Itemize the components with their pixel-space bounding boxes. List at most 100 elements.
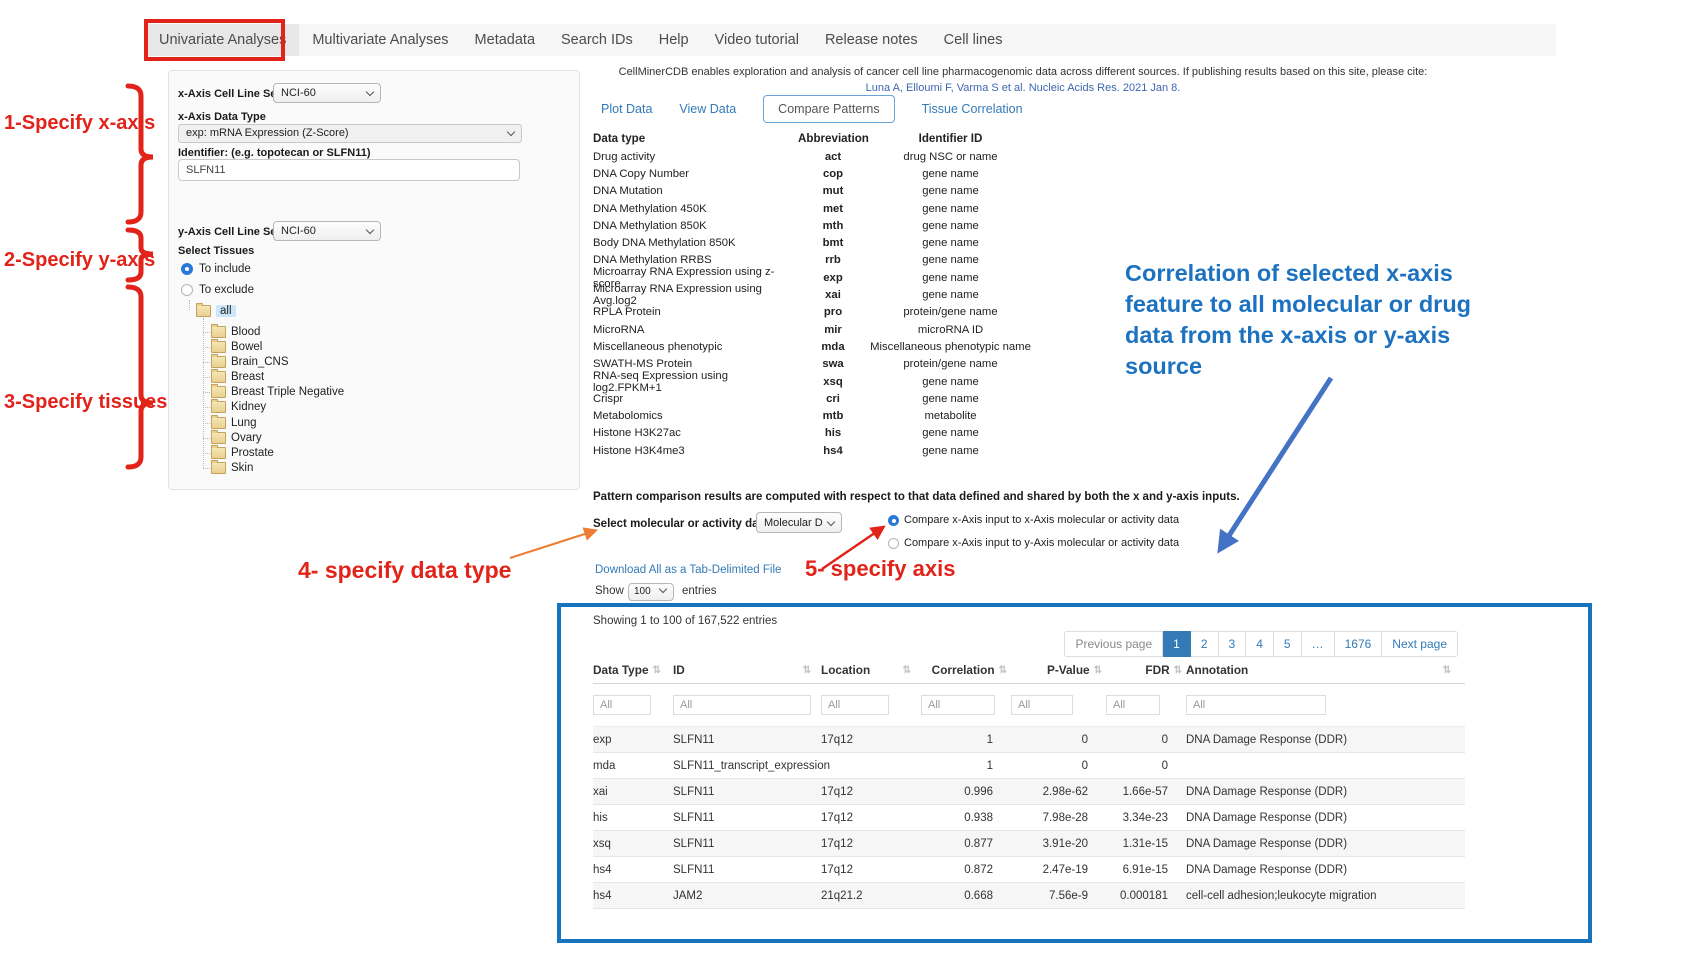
next-page-button[interactable]: Next page <box>1382 631 1458 657</box>
results-row: hs4JAM221q21.20.6687.56e-90.000181cell-c… <box>593 883 1465 909</box>
col-header-data-type: Data Type <box>593 663 649 677</box>
identifier-input[interactable] <box>178 159 520 181</box>
legend-row: RNA-seq Expression using log2.FPKM+1xsqg… <box>593 373 1073 390</box>
show-entries-select[interactable]: 100 <box>628 583 674 601</box>
tab-compare-patterns[interactable]: Compare Patterns <box>763 95 894 123</box>
show-entries-select-wrap: 100 <box>628 581 674 599</box>
view-tabs: Plot Data View Data Compare Patterns Tis… <box>601 94 1023 124</box>
nav-item-help[interactable]: Help <box>646 24 702 56</box>
sort-icon[interactable]: ⇅ <box>999 665 1007 676</box>
annotation-step5: 5- specify axis <box>805 556 955 582</box>
tree-node-all[interactable]: all <box>196 305 236 317</box>
sort-icon[interactable]: ⇅ <box>1094 665 1102 676</box>
download-all-link[interactable]: Download All as a Tab-Delimited File <box>595 564 781 576</box>
y-axis-cell-line-set-select[interactable]: NCI-60 <box>273 221 381 241</box>
tree-node-kidney[interactable]: Kidney <box>211 401 266 413</box>
compare-x-axis-radio[interactable] <box>888 515 899 526</box>
nav-item-metadata[interactable]: Metadata <box>462 24 548 56</box>
tree-node-breast[interactable]: Breast <box>211 371 264 383</box>
tree-branch-line <box>203 423 210 424</box>
results-row: mdaSLFN11_transcript_expression100 <box>593 753 1465 779</box>
results-row: xsqSLFN1117q120.8773.91e-201.31e-15DNA D… <box>593 831 1465 857</box>
blue-arrow <box>1221 378 1331 548</box>
legend-header-abbreviation: Abbreviation <box>798 132 868 145</box>
folder-icon <box>211 447 226 459</box>
legend-row: Body DNA Methylation 850Kbmtgene name <box>593 234 1073 251</box>
x-axis-data-type-label: x-Axis Data Type <box>178 111 266 123</box>
folder-icon <box>211 356 226 368</box>
to-exclude-label: To exclude <box>199 284 254 296</box>
legend-row: DNA Mutationmutgene name <box>593 183 1073 200</box>
folder-icon <box>211 462 226 474</box>
filter-correlation-input[interactable] <box>921 695 995 715</box>
tree-node-skin[interactable]: Skin <box>211 462 253 474</box>
legend-row: Histone H3K27achisgene name <box>593 425 1073 442</box>
nav-item-video-tutorial[interactable]: Video tutorial <box>702 24 812 56</box>
nav-item-release-notes[interactable]: Release notes <box>812 24 931 56</box>
page-ellipsis: … <box>1302 631 1335 657</box>
tab-plot-data[interactable]: Plot Data <box>601 102 652 116</box>
sort-icon[interactable]: ⇅ <box>1174 665 1182 676</box>
tab-view-data[interactable]: View Data <box>679 102 736 116</box>
page-button-1[interactable]: 1 <box>1163 631 1191 657</box>
folder-icon <box>211 341 226 353</box>
filter-fdr-input[interactable] <box>1106 695 1160 715</box>
legend-row: DNA Methylation 850Kmthgene name <box>593 217 1073 234</box>
x-axis-data-type-select[interactable]: exp: mRNA Expression (Z-Score) <box>178 124 522 143</box>
tab-tissue-correlation[interactable]: Tissue Correlation <box>922 102 1023 116</box>
tree-branch-line <box>203 438 210 439</box>
compare-y-axis-label: Compare x-Axis input to y-Axis molecular… <box>904 537 1179 549</box>
filter-data-type-input[interactable] <box>593 695 651 715</box>
citation-link[interactable]: Luna A, Elloumi F, Varma S et al. Nuclei… <box>593 82 1453 94</box>
to-include-radio[interactable] <box>181 263 193 275</box>
filter-location-input[interactable] <box>821 695 889 715</box>
tree-branch-line <box>203 453 210 454</box>
col-header-annotation: Annotation <box>1186 663 1248 677</box>
tree-branch-line <box>203 407 210 408</box>
previous-page-button[interactable]: Previous page <box>1064 631 1163 657</box>
annotation-step4: 4- specify data type <box>298 557 511 584</box>
tree-node-ovary[interactable]: Ovary <box>211 432 262 444</box>
sort-icon[interactable]: ⇅ <box>903 665 911 676</box>
sort-icon[interactable]: ⇅ <box>653 665 661 676</box>
nav-item-cell-lines[interactable]: Cell lines <box>931 24 1016 56</box>
x-axis-cell-line-set-select[interactable]: NCI-60 <box>273 83 381 103</box>
tree-node-label: Kidney <box>231 401 266 413</box>
tree-node-breast-triple-negative[interactable]: Breast Triple Negative <box>211 386 344 398</box>
molecular-data-select[interactable]: Molecular Data <box>756 512 842 533</box>
filter-p-value-input[interactable] <box>1011 695 1073 715</box>
page-button-3[interactable]: 3 <box>1219 631 1247 657</box>
folder-icon <box>211 386 226 398</box>
page-button-5[interactable]: 5 <box>1274 631 1302 657</box>
compare-y-axis-radio[interactable] <box>888 538 899 549</box>
col-header-id: ID <box>673 663 685 677</box>
to-exclude-radio[interactable] <box>181 284 193 296</box>
page-button-1676[interactable]: 1676 <box>1335 631 1383 657</box>
page-button-4[interactable]: 4 <box>1246 631 1274 657</box>
sort-icon[interactable]: ⇅ <box>1443 665 1451 676</box>
legend-header-identifier-id: Identifier ID <box>868 132 1033 145</box>
sort-icon[interactable]: ⇅ <box>803 665 811 676</box>
tree-branch-line <box>203 392 210 393</box>
folder-icon <box>211 326 226 338</box>
tree-node-label: Lung <box>231 417 257 429</box>
tree-node-lung[interactable]: Lung <box>211 417 257 429</box>
tree-node-prostate[interactable]: Prostate <box>211 447 274 459</box>
tree-node-label: Skin <box>231 462 253 474</box>
tree-node-brain-cns[interactable]: Brain_CNS <box>211 356 289 368</box>
nav-item-search-ids[interactable]: Search IDs <box>548 24 646 56</box>
red-brace-3 <box>128 287 153 467</box>
filter-annotation-input[interactable] <box>1186 695 1326 715</box>
tree-node-blood[interactable]: Blood <box>211 326 260 338</box>
show-entries-prefix: Show <box>595 585 624 597</box>
results-table: Data Type⇅ ID⇅ Location⇅ Correlation⇅ P-… <box>593 657 1465 909</box>
filter-id-input[interactable] <box>673 695 811 715</box>
tree-root-connector <box>189 300 190 310</box>
show-entries-suffix: entries <box>682 585 717 597</box>
tree-trunk-line <box>203 318 204 468</box>
page-button-2[interactable]: 2 <box>1191 631 1219 657</box>
nav-item-multivariate-analyses[interactable]: Multivariate Analyses <box>299 24 461 56</box>
tree-node-bowel[interactable]: Bowel <box>211 341 262 353</box>
nav-item-univariate-analyses[interactable]: Univariate Analyses <box>146 24 299 56</box>
red-brace-1 <box>128 86 153 222</box>
